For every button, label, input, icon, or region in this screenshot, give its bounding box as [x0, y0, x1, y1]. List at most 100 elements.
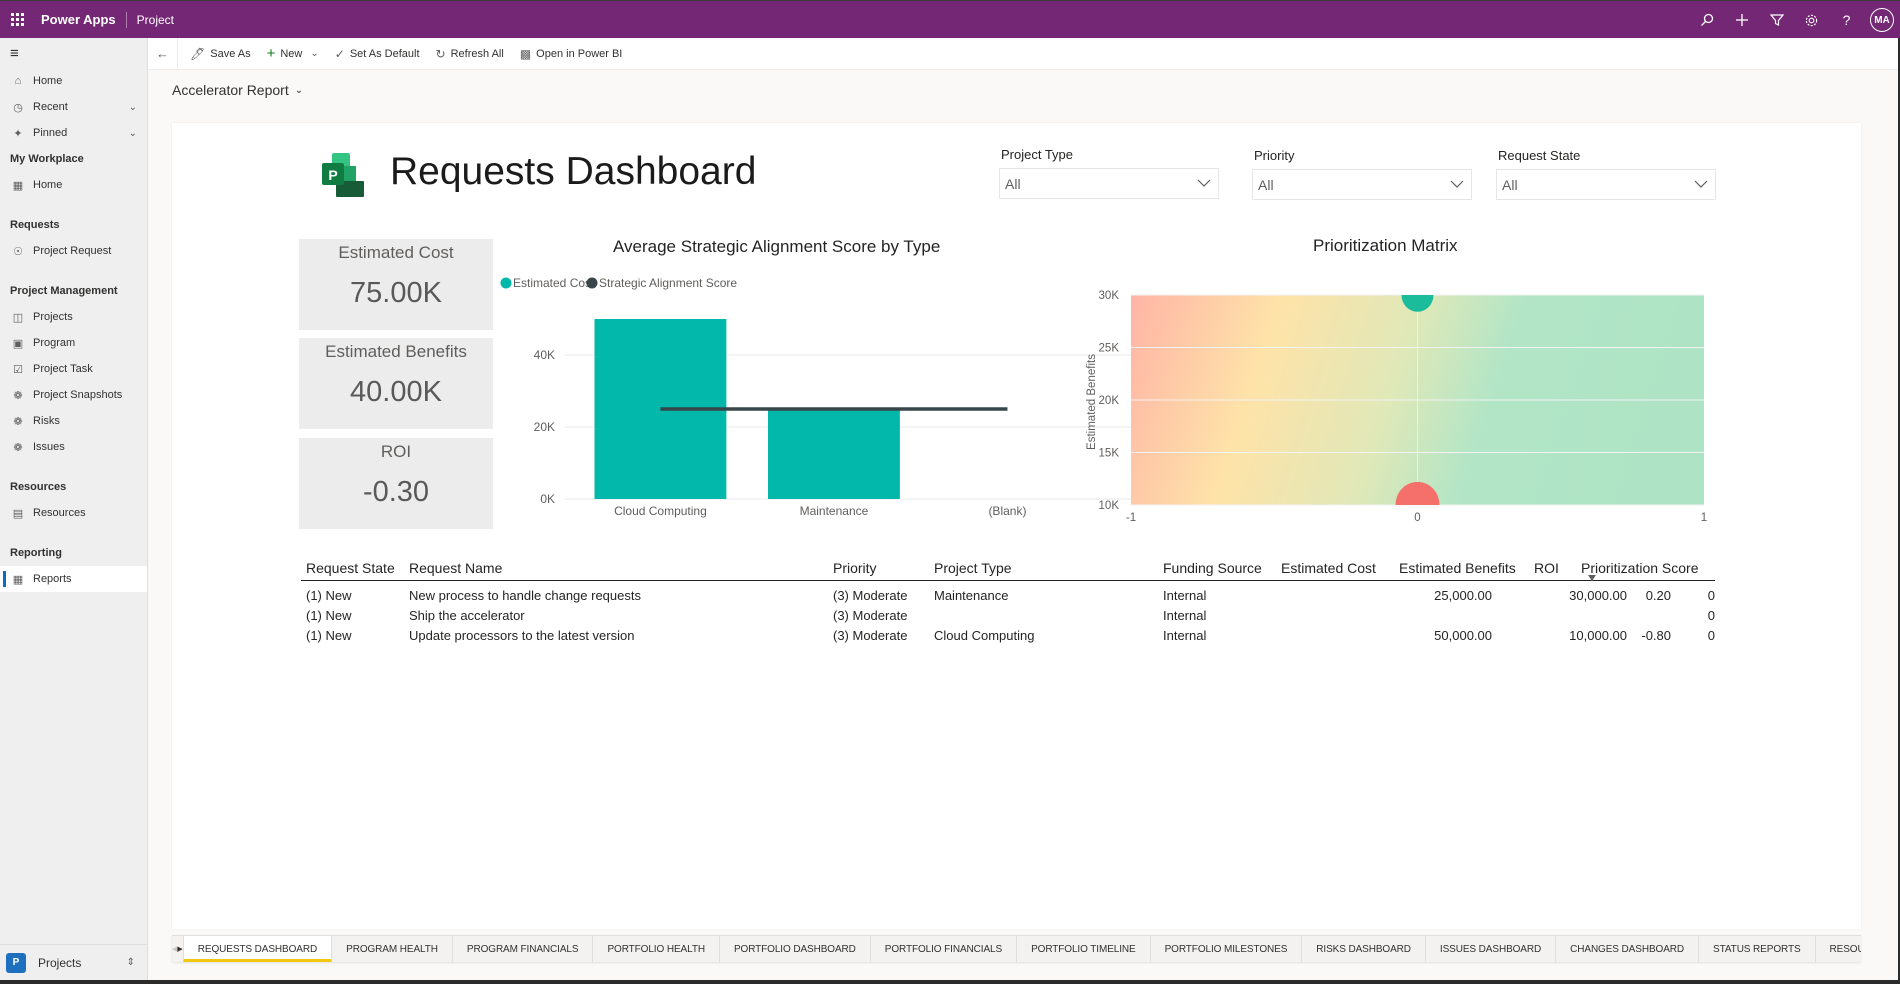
column-header-prioritization-score[interactable]: Prioritization Score	[1581, 560, 1699, 576]
sidebar-item-pinned[interactable]: ✦ Pinned ⌄	[0, 120, 147, 146]
column-header-estimated-cost[interactable]: Estimated Cost	[1281, 560, 1376, 576]
x-tick-label: -1	[1126, 512, 1136, 524]
column-header-estimated-benefits[interactable]: Estimated Benefits	[1399, 560, 1516, 576]
tab-requests-dashboard[interactable]: REQUESTS DASHBOARD	[182, 936, 333, 962]
column-header-priority[interactable]: Priority	[833, 560, 877, 576]
cell-request-name: Update processors to the latest version	[409, 628, 635, 643]
refresh-all-button[interactable]: ↻ Refresh All	[428, 38, 512, 70]
table-row[interactable]: (1) New Ship the accelerator (3) Moderate I…	[301, 605, 1715, 625]
environment-name[interactable]: Project	[127, 13, 174, 27]
chevron-down-icon	[1450, 180, 1464, 188]
column-header-request-state[interactable]: Request State	[306, 560, 395, 576]
resource-icon: ▤	[12, 507, 24, 520]
y-tick-label: 20K	[1099, 395, 1120, 407]
sort-descending-icon[interactable]	[1588, 575, 1596, 581]
open-in-power-bi-button[interactable]: ▩ Open in Power BI	[512, 38, 631, 70]
column-header-project-type[interactable]: Project Type	[934, 560, 1012, 576]
set-as-default-label: Set As Default	[349, 47, 420, 60]
sidebar-item-workplace-home[interactable]: ▦ Home	[0, 172, 147, 198]
column-header-request-name[interactable]: Request Name	[409, 560, 502, 576]
tab-portfolio-timeline[interactable]: PORTFOLIO TIMELINE	[1017, 936, 1151, 962]
tab-portfolio-milestones[interactable]: PORTFOLIO MILESTONES	[1151, 936, 1303, 962]
set-as-default-button[interactable]: ✓ Set As Default	[327, 38, 428, 70]
refresh-icon: ↻	[435, 46, 446, 61]
chevron-down-icon[interactable]: ⌄	[129, 128, 137, 139]
save-as-button[interactable]: 🖊 Save As	[182, 38, 259, 70]
cell-request-name: New process to handle change requests	[409, 588, 641, 603]
new-button[interactable]: + New ⌄	[259, 38, 327, 70]
table-row[interactable]: (1) New New process to handle change requ…	[301, 585, 1715, 605]
sidebar-item-label: Project Snapshots	[33, 389, 123, 401]
settings-icon	[1805, 14, 1818, 26]
hamburger-menu-button[interactable]: ≡	[0, 38, 147, 68]
cell-priority: (3) Moderate	[833, 608, 908, 623]
sidebar-item-label: Program	[33, 337, 76, 349]
chevron-down-icon	[1197, 179, 1211, 187]
tab-issues-dashboard[interactable]: ISSUES DASHBOARD	[1426, 936, 1557, 962]
filter-icon	[1769, 14, 1784, 26]
sidebar-item-project-snapshots[interactable]: ❁ Project Snapshots	[0, 382, 147, 408]
legend-marker	[586, 277, 598, 289]
request-state-slicer[interactable]: All	[1496, 169, 1716, 200]
tab-portfolio-dashboard[interactable]: PORTFOLIO DASHBOARD	[720, 936, 871, 962]
report-selector[interactable]: Accelerator Report ⌄	[172, 82, 303, 98]
filter-button[interactable]	[1759, 1, 1794, 39]
new-button[interactable]	[1724, 1, 1759, 39]
x-tick-label: 0	[1414, 512, 1420, 524]
slicer-label-priority: Priority	[1254, 148, 1295, 163]
column-header-roi[interactable]: ROI	[1534, 560, 1559, 576]
chevron-down-icon[interactable]: ⌄	[310, 48, 318, 59]
sidebar-section-requests: Requests	[10, 219, 60, 231]
chevron-down-icon[interactable]: ⌄	[129, 102, 137, 113]
back-arrow-icon: ←	[156, 46, 169, 61]
sidebar-item-program[interactable]: ▣ Program	[0, 330, 147, 356]
area-label: Projects	[38, 955, 82, 970]
project-type-slicer[interactable]: All	[999, 168, 1219, 199]
cell-roi: -0.80	[1641, 628, 1671, 643]
puzzle-icon: ❁	[13, 389, 23, 402]
sidebar-item-risks[interactable]: ❁ Risks	[0, 408, 147, 434]
x-tick-label: Cloud Computing	[614, 504, 707, 518]
settings-button[interactable]	[1794, 1, 1829, 39]
power-bi-icon: ▩	[519, 46, 532, 61]
table-row[interactable]: (1) New Update processors to the latest v…	[301, 625, 1715, 645]
tab-changes-dashboard[interactable]: CHANGES DASHBOARD	[1556, 936, 1700, 962]
tab-risks-dashboard[interactable]: RISKS DASHBOARD	[1302, 936, 1426, 962]
area-switcher[interactable]: P Projects ⇕	[0, 944, 147, 980]
sidebar-item-reports[interactable]: ▦ Reports	[0, 566, 147, 592]
tab-status-reports[interactable]: STATUS REPORTS	[1699, 936, 1816, 962]
prioritization-matrix-chart[interactable]: 10K15K20K25K30K-101Prioritization ScoreE…	[1072, 258, 1712, 528]
sidebar-item-recent[interactable]: ◷ Recent ⌄	[0, 94, 147, 120]
sidebar-item-home[interactable]: ⌂ Home	[0, 68, 147, 94]
sidebar-item-resources[interactable]: ▤ Resources	[0, 500, 147, 526]
cell-priority: (3) Moderate	[833, 628, 908, 643]
tab-program-financials[interactable]: PROGRAM FINANCIALS	[453, 936, 594, 962]
app-name[interactable]: Power Apps	[34, 11, 127, 28]
cell-project-type: Cloud Computing	[934, 628, 1035, 643]
app-launcher-button[interactable]	[0, 1, 34, 39]
tab-resource-dashboard[interactable]: RESOURCE DASHBOARD	[1816, 936, 1861, 962]
priority-slicer[interactable]: All	[1252, 169, 1472, 200]
cell-prioritization-score: 0	[1707, 588, 1715, 603]
cell-request-state: (1) New	[306, 608, 352, 623]
column-header-funding-source[interactable]: Funding Source	[1163, 560, 1262, 576]
tab-program-health[interactable]: PROGRAM HEALTH	[332, 936, 453, 962]
y-axis-title: Estimated Benefits	[1086, 354, 1098, 450]
sidebar-item-issues[interactable]: ❁ Issues	[0, 434, 147, 460]
slicer-value: All	[1258, 176, 1274, 193]
back-button[interactable]: ←	[148, 37, 178, 70]
tab-portfolio-health[interactable]: PORTFOLIO HEALTH	[593, 936, 720, 962]
user-avatar[interactable]: MA	[1870, 8, 1894, 32]
help-button[interactable]: ?	[1829, 1, 1864, 39]
kpi-title: ROI	[380, 442, 412, 461]
kpi-value: -0.30	[362, 476, 430, 508]
sidebar-item-project-request[interactable]: ☉ Project Request	[0, 238, 147, 264]
sidebar-item-projects[interactable]: ◫ Projects	[0, 304, 147, 330]
sidebar-item-project-task[interactable]: ☑ Project Task	[0, 356, 147, 382]
checkmark-icon: ✓	[334, 46, 345, 61]
cell-roi: 0.20	[1645, 588, 1671, 603]
cell-priority: (3) Moderate	[833, 588, 908, 603]
kpi-value: 40.00K	[350, 376, 442, 408]
search-button[interactable]	[1689, 1, 1724, 39]
tab-portfolio-financials[interactable]: PORTFOLIO FINANCIALS	[871, 936, 1018, 962]
